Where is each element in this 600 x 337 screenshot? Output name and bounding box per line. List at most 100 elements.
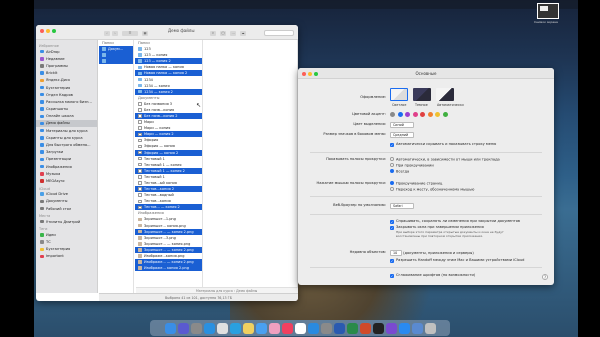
sidebar-item[interactable]: Демо файлы (36, 119, 97, 128)
handoff-checkbox[interactable]: ✓ (390, 258, 394, 263)
sidebar-item[interactable]: Программы (36, 62, 97, 69)
sidebar-item[interactable]: Загрузки (36, 149, 97, 156)
appearance-auto-option[interactable] (436, 88, 454, 101)
siri-icon[interactable] (177, 322, 189, 334)
sidebar-item[interactable]: Important (36, 253, 97, 260)
sidebar-item[interactable]: Презентации (36, 156, 97, 163)
accent-color-swatch[interactable] (442, 112, 448, 117)
screenshot-thumbnail[interactable] (537, 3, 559, 19)
appearance-dark-option[interactable] (413, 88, 431, 101)
sidebar-size-select[interactable]: Средний (390, 132, 414, 138)
mail-icon[interactable] (255, 322, 267, 334)
list-item-label: Мари (144, 120, 154, 125)
sidebar-item[interactable]: Бухгалтерия (36, 84, 97, 91)
sidebar-item[interactable]: Рабочий стол (36, 205, 97, 212)
accent-color-swatch[interactable] (420, 112, 425, 117)
action-button[interactable]: ⋯ (230, 31, 236, 36)
cloud-button[interactable]: ☁ (240, 31, 246, 36)
safari-icon[interactable] (203, 322, 215, 334)
folder-icon (138, 83, 142, 88)
accent-color-swatch[interactable] (405, 112, 410, 117)
launchpad-icon[interactable] (190, 322, 202, 334)
view-mode-switcher[interactable]: ☰ (122, 31, 138, 36)
excel-icon[interactable] (346, 322, 358, 334)
sidebar-item[interactable]: BrickIt (36, 70, 97, 77)
back-button[interactable]: ‹ (104, 31, 110, 36)
sidebar-item[interactable]: Изображения (36, 163, 97, 170)
notes-icon[interactable] (242, 322, 254, 334)
preferences-icon[interactable] (320, 322, 332, 334)
search-field[interactable] (264, 30, 294, 36)
chrome-icon[interactable] (216, 322, 228, 334)
ask-save-checkbox[interactable]: ✓ (390, 219, 394, 224)
list-item-label: Мари — копия (144, 126, 171, 131)
list-item[interactable]: Изображе... копия 2.png (135, 265, 202, 272)
scrollbars-always-radio[interactable] (390, 169, 394, 173)
powerpoint-icon[interactable] (359, 322, 371, 334)
document-icon (138, 138, 142, 143)
terminal-icon[interactable] (372, 322, 384, 334)
photos-icon[interactable] (268, 322, 280, 334)
recent-items-select[interactable]: 10 (390, 250, 402, 256)
sidebar-item[interactable]: Яндекс.Диск (36, 77, 97, 84)
sidebar-item[interactable]: Скриншоты (36, 106, 97, 113)
appearance-light-option[interactable] (390, 88, 408, 101)
sidebar-item[interactable]: Онлайн школа (36, 113, 97, 120)
accent-color-swatch[interactable] (427, 112, 433, 117)
list-item[interactable] (99, 58, 133, 65)
accent-color-swatch[interactable] (397, 112, 403, 117)
document-icon (138, 108, 142, 112)
browser-select[interactable]: Safari (390, 203, 414, 209)
sidebar-item-label: Недавние (46, 56, 65, 61)
accent-color-swatch[interactable] (412, 112, 418, 117)
minimize-button[interactable] (46, 29, 50, 33)
sidebar-item[interactable]: Скрипты для курса (36, 134, 97, 141)
downloads-icon[interactable] (411, 322, 423, 334)
sidebar-item[interactable]: Идеи (36, 231, 97, 238)
font-smoothing-checkbox[interactable]: ✓ (390, 273, 394, 278)
forward-button[interactable]: › (112, 31, 118, 36)
zoom-button[interactable] (52, 29, 56, 33)
sidebar-item[interactable]: ТС (36, 239, 97, 246)
scrollbars-scrolling-radio[interactable] (390, 163, 394, 167)
accent-color-swatch[interactable] (435, 112, 440, 117)
click-scroll-page-radio[interactable] (390, 181, 394, 185)
calendar-icon[interactable] (294, 322, 306, 334)
finder-icon[interactable] (164, 322, 176, 334)
sidebar-item[interactable]: Отдел Кадров (36, 91, 97, 98)
sidebar-item[interactable]: Утилиты Дмитрий (36, 218, 97, 225)
word-icon[interactable] (333, 322, 345, 334)
sidebar-item[interactable]: Рассылка малого бизн... (36, 98, 97, 105)
close-button[interactable] (40, 29, 44, 33)
column-items: Папки 123 123 — копия 123 — копия 2 Новая п… (135, 40, 203, 293)
sidebar-item[interactable]: Для быстрого обмена... (36, 141, 97, 148)
help-button[interactable]: ? (542, 274, 548, 280)
sidebar-item[interactable]: Материалы для курса (36, 127, 97, 134)
accent-color-swatch[interactable] (390, 112, 395, 117)
folder-icon (40, 199, 44, 204)
sidebar-item[interactable]: MEGAsync (36, 177, 97, 184)
telegram-icon[interactable] (229, 322, 241, 334)
group-button[interactable]: ▦ (142, 31, 148, 36)
sidebar-item[interactable]: Документы (36, 198, 97, 205)
menubar-autohide-checkbox[interactable]: ✓ (390, 142, 394, 147)
app-store-icon[interactable] (307, 322, 319, 334)
viber-icon[interactable] (385, 322, 397, 334)
share-button[interactable]: ⇪ (210, 31, 216, 36)
close-windows-checkbox[interactable]: ✓ (390, 225, 394, 230)
click-scroll-jump-radio[interactable] (390, 187, 394, 191)
sidebar-item[interactable]: iCloud Drive (36, 191, 97, 198)
tag-button[interactable]: ◯ (220, 31, 226, 36)
sidebar-item[interactable]: Музыка (36, 170, 97, 177)
sidebar-item[interactable]: Недавние (36, 55, 97, 62)
music-icon[interactable] (281, 322, 293, 334)
zoom-icon[interactable] (398, 322, 410, 334)
sidebar-item[interactable]: Бухгалтерия (36, 246, 97, 253)
highlight-select[interactable]: Синий (390, 122, 414, 128)
scrollbars-opt-0: Автоматически, в зависимости от мыши или… (390, 157, 500, 162)
folder-icon (138, 65, 142, 70)
sidebar-item[interactable]: AirDrop (36, 48, 97, 55)
scrollbars-auto-radio[interactable] (390, 157, 394, 161)
document-icon (138, 181, 142, 185)
trash-icon[interactable] (424, 322, 436, 334)
